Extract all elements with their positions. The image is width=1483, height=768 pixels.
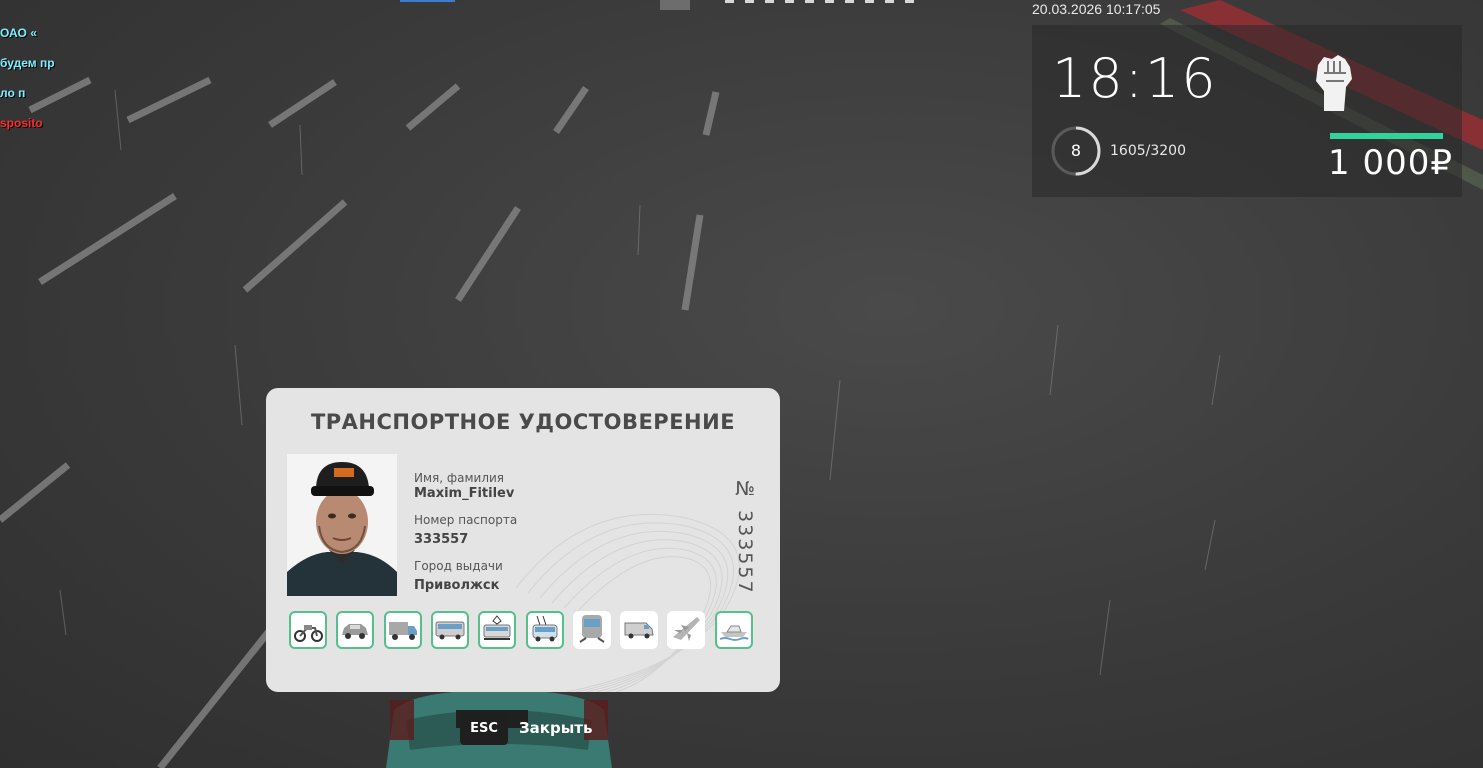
category-trolleybus — [526, 611, 564, 649]
car-icon — [342, 624, 368, 639]
city-label: Город выдачи — [414, 559, 503, 573]
name-value: Maxim_Fitilev — [414, 486, 515, 501]
chat-log: ОАО « будем пр ло п sposito — [0, 18, 55, 138]
driver-photo — [287, 454, 397, 596]
category-motorcycle — [289, 611, 327, 649]
name-label: Имя, фамилия — [414, 471, 505, 485]
hud-panel: 18:16 8 1605/3200 1 000₽ — [1032, 25, 1462, 197]
category-boat — [715, 611, 753, 649]
esc-key-button[interactable]: ESC — [460, 712, 508, 745]
category-airplane — [667, 611, 705, 649]
level-value: 8 — [1070, 141, 1082, 160]
money-balance: 1 000₽ — [1328, 143, 1453, 183]
airplane-icon — [673, 617, 700, 641]
license-number: № 333557 — [734, 478, 756, 595]
category-bus — [431, 611, 469, 649]
chat-line: sposito — [0, 116, 43, 130]
exp-counter: 1605/3200 — [1110, 143, 1186, 159]
datetime: 20.03.2026 10:17:05 — [1032, 1, 1161, 17]
metro-train-icon — [579, 615, 605, 643]
money-bar — [1330, 133, 1443, 139]
raised-fist-icon — [1316, 55, 1352, 111]
category-car — [336, 611, 374, 649]
game-clock: 18:16 — [1052, 47, 1218, 110]
city-value: Приволжск — [414, 578, 500, 593]
truck-icon — [389, 622, 417, 640]
category-tram — [478, 611, 516, 649]
trolleybus-icon — [532, 615, 558, 642]
chat-line: ло п — [0, 86, 26, 100]
chat-line: ОАО « — [0, 26, 37, 40]
tram-icon — [483, 615, 511, 640]
category-van — [620, 611, 658, 649]
passport-value: 333557 — [414, 532, 469, 547]
chat-line: будем пр — [0, 56, 55, 70]
close-label[interactable]: Закрыть — [519, 719, 592, 737]
passport-label: Номер паспорта — [414, 513, 518, 527]
transport-license-card: ТРАНСПОРТНОЕ УДОСТОВЕРЕНИЕ Имя, фамилия … — [266, 388, 780, 692]
category-metro — [573, 611, 611, 649]
motorcycle-icon — [294, 625, 323, 642]
van-icon — [624, 622, 654, 639]
bus-icon — [435, 621, 465, 640]
category-truck — [384, 611, 422, 649]
card-title: ТРАНСПОРТНОЕ УДОСТОВЕРЕНИЕ — [310, 410, 736, 434]
boat-icon — [719, 625, 749, 641]
